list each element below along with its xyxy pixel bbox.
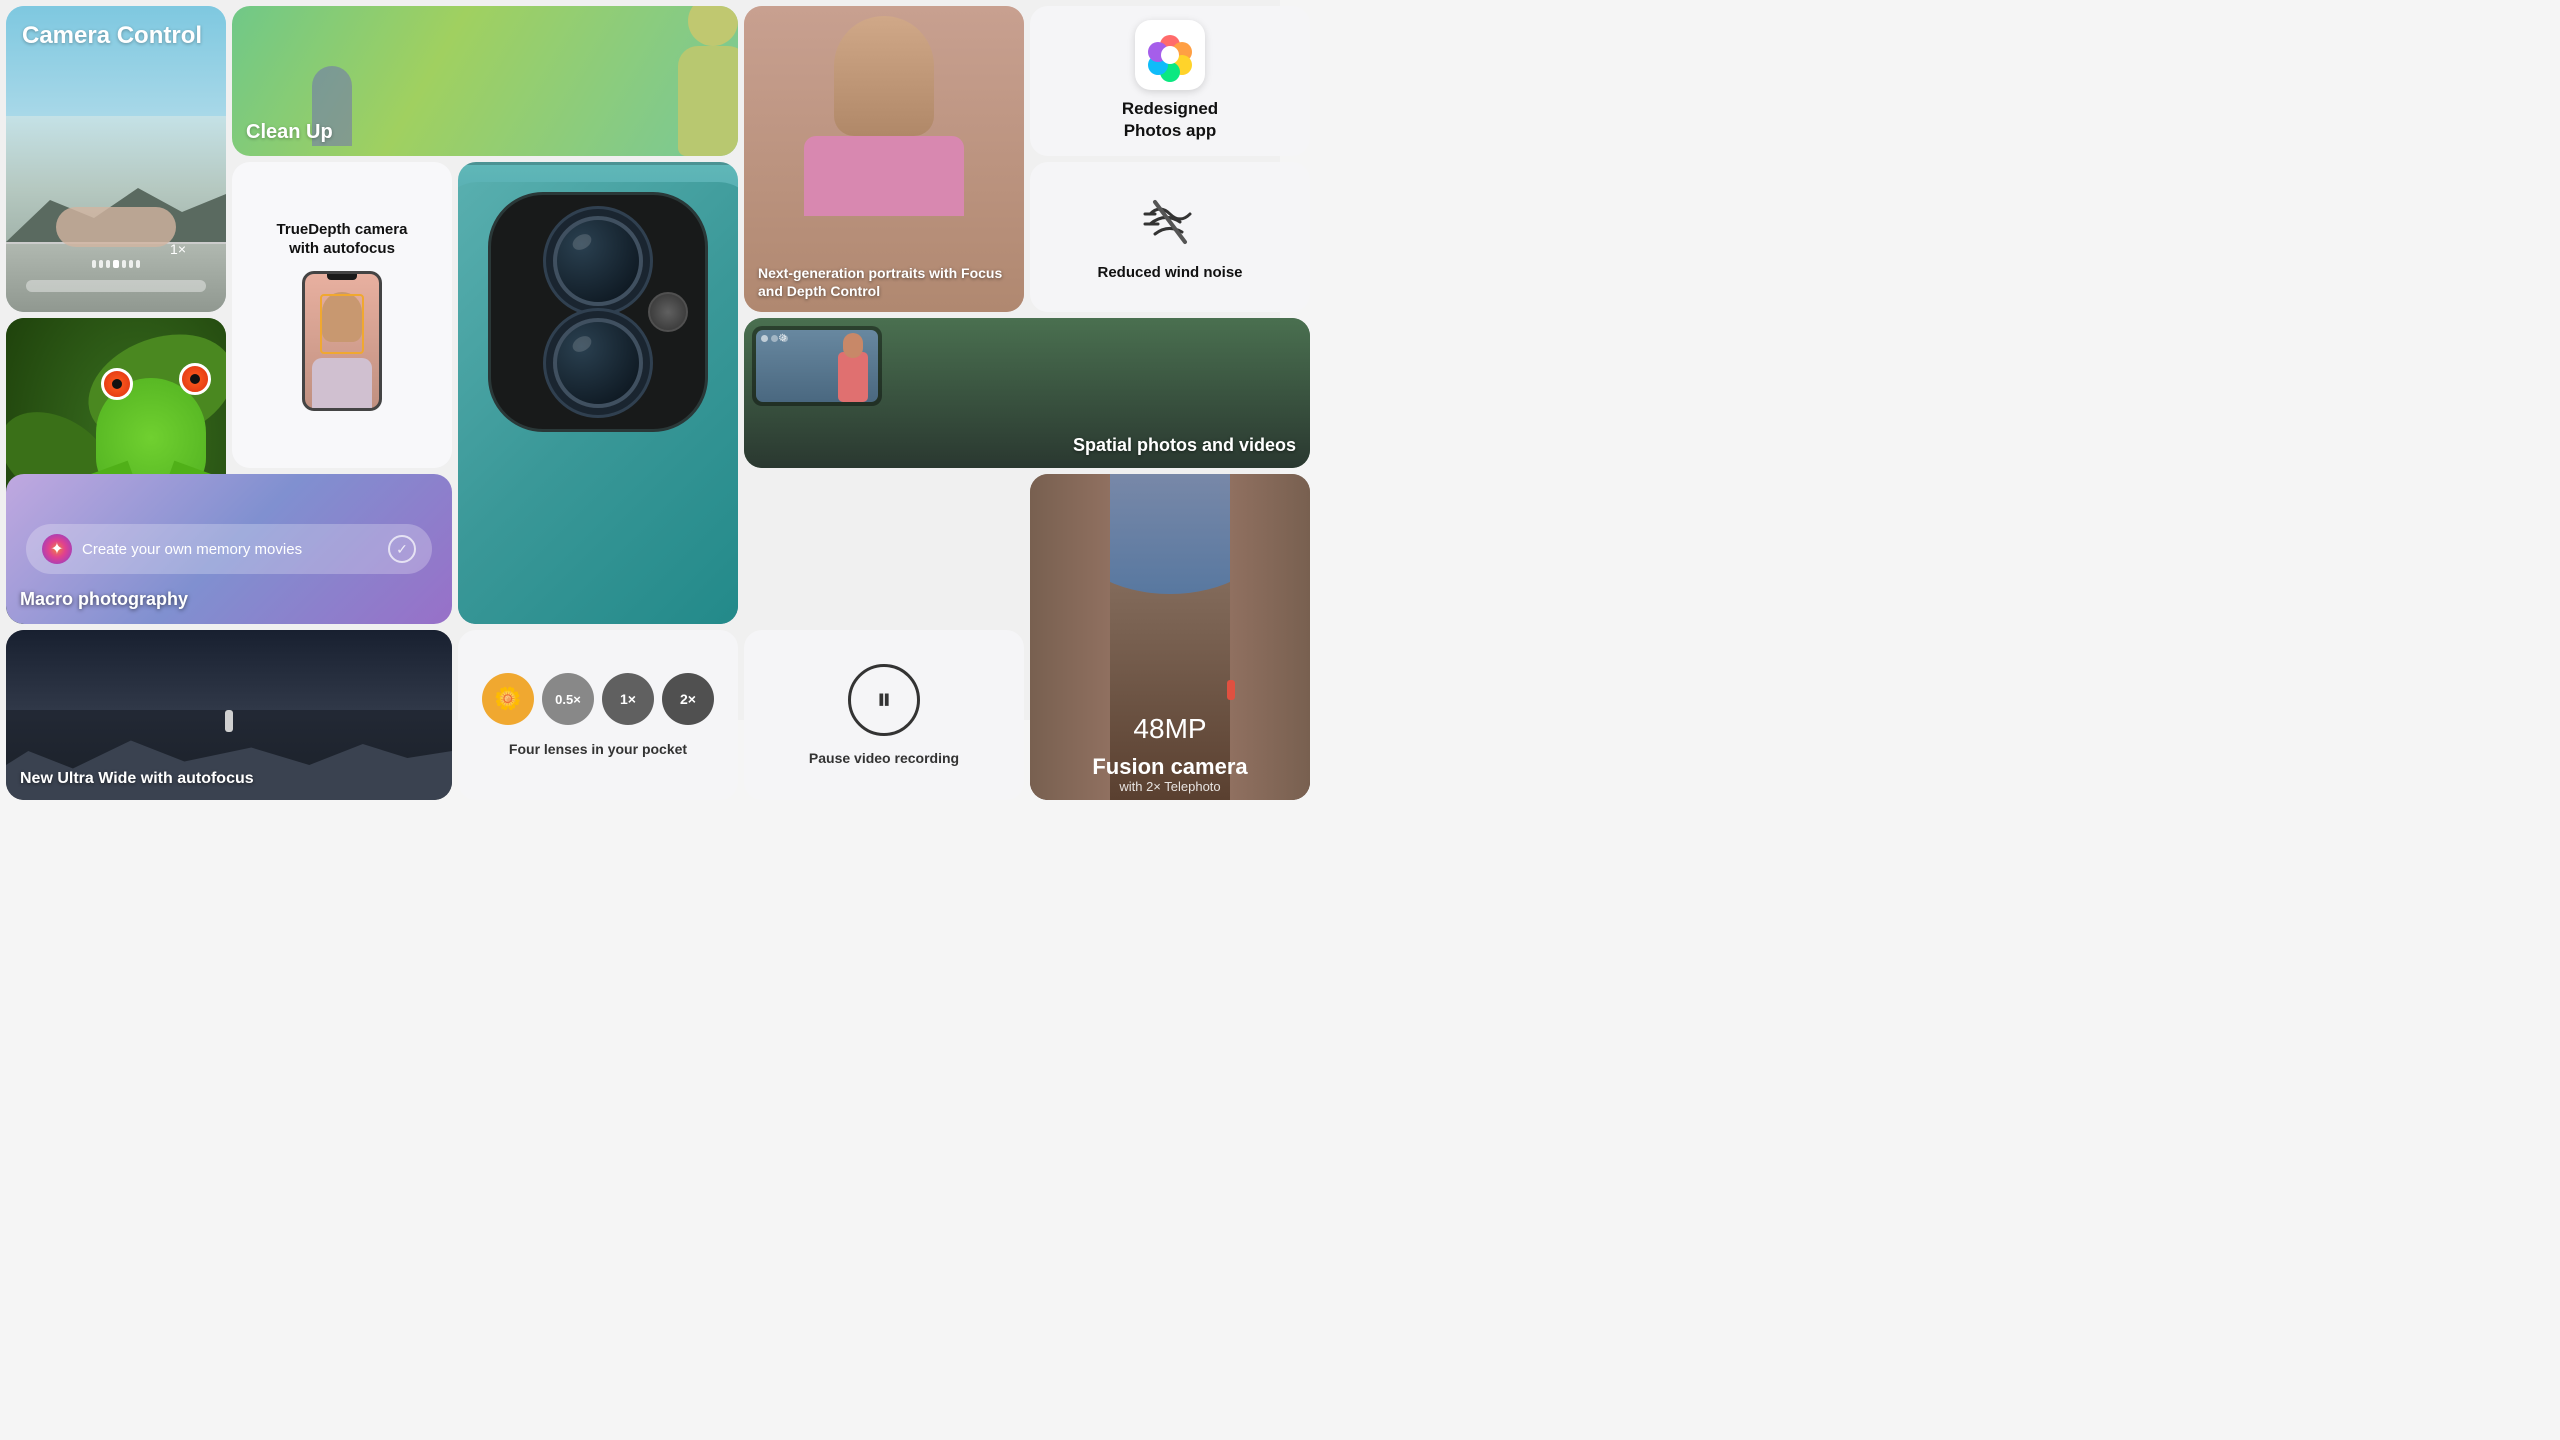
half-x-label: 0.5× <box>555 692 581 707</box>
fusion-top-text: 48MP <box>1133 713 1206 744</box>
half-x-lens-button[interactable]: 0.5× <box>542 673 594 725</box>
memory-input[interactable]: ✦ Create your own memory movies ✓ <box>26 524 432 574</box>
canyon-wall-right <box>1230 474 1310 800</box>
phone-edge <box>466 162 730 165</box>
truedepth-title: TrueDepth camera with autofocus <box>269 220 416 259</box>
one-x-label: 1× <box>620 691 636 707</box>
portrait-person <box>794 16 974 216</box>
pause-title: Pause video recording <box>793 750 975 766</box>
photos-app-title: Redesigned Photos app <box>1122 98 1218 142</box>
uw-sky <box>6 630 452 710</box>
frog-eye-left <box>101 368 133 400</box>
td-person-body <box>312 358 372 408</box>
fusion-main-label: Fusion camera <box>1030 754 1310 780</box>
one-x-lens-button[interactable]: 1× <box>602 673 654 725</box>
phone-mockup <box>302 271 382 411</box>
ultrawide-card: New Ultra Wide with autofocus <box>6 630 452 800</box>
fusion-card: 48MP Fusion camera with 2× Telephoto <box>1030 474 1310 800</box>
frog-eye-right <box>179 363 211 395</box>
wind-title: Reduced wind noise <box>1087 264 1252 281</box>
clean-up-card: Clean Up <box>232 6 738 156</box>
canyon-wall-left <box>1030 474 1110 800</box>
macro-label: Macro photography <box>20 589 188 610</box>
memory-ai-icon: ✦ <box>42 534 72 564</box>
rocks-left <box>6 730 452 800</box>
fusion-sub-label: with 2× Telephoto <box>1030 778 1310 796</box>
camera-control-card: 1× Camera Control <box>6 6 226 312</box>
photos-app-card: Redesigned Photos app <box>1030 6 1310 156</box>
photos-icon-svg <box>1140 25 1200 85</box>
phone-side-bg <box>6 242 226 312</box>
truedepth-card: TrueDepth camera with autofocus <box>232 162 452 468</box>
portraits-label: Next-generation portraits with Focus and… <box>758 264 1010 300</box>
two-x-lens-button[interactable]: 2× <box>662 673 714 725</box>
fusion-telephoto-text: with 2× Telephoto <box>1119 779 1220 794</box>
person-head <box>688 6 738 46</box>
ctrl-dot-2 <box>771 335 778 342</box>
camera-lens-top <box>553 216 643 306</box>
pause-button[interactable]: ⏸ <box>848 664 920 736</box>
fusion-48mp-label: 48MP <box>1030 713 1310 745</box>
wind-noise-card: Reduced wind noise <box>1030 162 1310 312</box>
zoom-label: 1× <box>170 241 186 257</box>
frog-pupil-left <box>112 379 122 389</box>
ctrl-dot-1 <box>761 335 768 342</box>
td-line1: TrueDepth camera <box>277 221 408 238</box>
memory-submit-button[interactable]: ✓ <box>388 535 416 563</box>
memory-text: Create your own memory movies <box>82 541 378 558</box>
lenses-title: Four lenses in your pocket <box>499 741 697 757</box>
spatial-card: ⚙ Spatial photos and videos <box>744 318 1310 468</box>
spatial-person-head <box>843 333 863 358</box>
spatial-label: Spatial photos and videos <box>1073 435 1296 456</box>
main-camera-card <box>458 162 738 624</box>
camera-lens-bottom <box>553 318 643 408</box>
hand-shape <box>56 207 176 247</box>
macro-lens-button[interactable]: 🌼 <box>482 673 534 725</box>
spatial-person-body <box>838 352 868 402</box>
fusion-camera-text: Fusion camera <box>1092 754 1247 779</box>
check-icon: ✓ <box>396 541 408 558</box>
portrait-shirt-shape <box>804 136 964 216</box>
face-detection-rect <box>320 294 364 354</box>
wind-icon-svg <box>1140 194 1200 254</box>
portraits-card: Next-generation portraits with Focus and… <box>744 6 1024 312</box>
spatial-inner: ⚙ <box>756 330 878 402</box>
spatial-frame: ⚙ <box>752 326 882 406</box>
fusion-person <box>1227 680 1235 700</box>
lens-button-group: 🌼 0.5× 1× 2× <box>482 673 714 725</box>
phone-screen <box>305 274 379 408</box>
camera-flash <box>648 292 688 332</box>
camera-control-title: Camera Control <box>22 22 202 50</box>
clean-up-label: Clean Up <box>246 121 333 144</box>
portrait-head-shape <box>834 16 934 136</box>
control-dots <box>92 260 140 268</box>
two-x-label: 2× <box>680 691 696 707</box>
phone-notch <box>327 274 357 280</box>
uw-person <box>225 710 233 732</box>
sparkle-icon: ✦ <box>50 539 63 559</box>
pause-icon: ⏸ <box>877 683 892 717</box>
ultrawide-label: New Ultra Wide with autofocus <box>20 770 254 788</box>
control-bar <box>26 280 206 292</box>
lenses-card: 🌼 0.5× 1× 2× Four lenses in your pocket <box>458 630 738 800</box>
frog-pupil-right <box>190 374 200 384</box>
photos-title-line1: Redesigned <box>1122 99 1218 118</box>
td-line2: with autofocus <box>289 240 395 257</box>
gear-icon: ⚙ <box>778 333 787 344</box>
photos-app-icon <box>1135 20 1205 90</box>
photos-title-line2: Photos app <box>1124 121 1217 140</box>
pause-card: ⏸ Pause video recording <box>744 630 1024 800</box>
macro-flower-icon: 🌼 <box>494 686 521 712</box>
person-body <box>678 46 738 156</box>
